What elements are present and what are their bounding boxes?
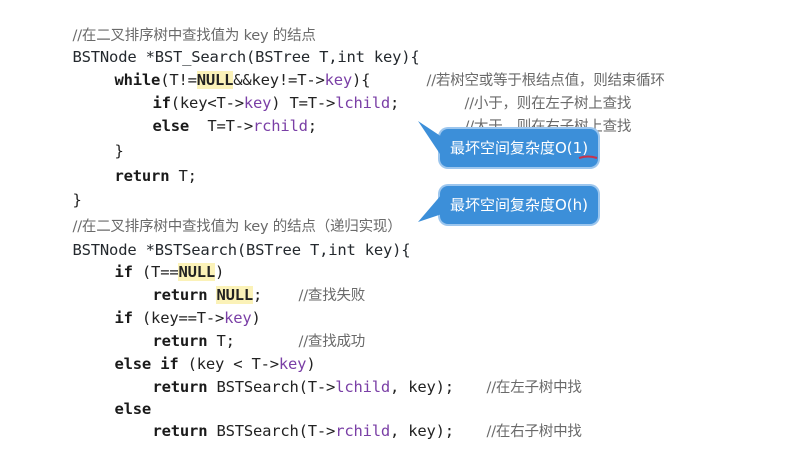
- code-text: ): [251, 309, 261, 327]
- callout-pointer-icon: [418, 121, 442, 157]
- code-text: , key);: [389, 378, 454, 396]
- callout-pointer-icon: [418, 194, 442, 222]
- code-text: T;: [169, 167, 197, 185]
- code-text: , key);: [389, 422, 454, 440]
- callout-space-complexity-iterative: 最坏空间复杂度O(1): [418, 121, 599, 167]
- comment: //查找失败: [298, 288, 366, 304]
- code-line-return: return BSTSearch(T->rchild, key);: [116, 398, 455, 464]
- code-text: BSTSearch(T->: [207, 422, 336, 440]
- callout-text: 最坏空间复杂度O(h): [450, 196, 589, 214]
- keyword: else: [152, 117, 190, 135]
- keyword: return: [114, 167, 170, 185]
- comment: //在左子树中找: [486, 380, 582, 396]
- field-name: rchild: [253, 117, 308, 135]
- callout-space-complexity-recursive: 最坏空间复杂度O(h): [418, 186, 599, 224]
- code-comment-inline: //在右子树中找: [450, 398, 582, 465]
- field-name: rchild: [335, 422, 390, 440]
- underline-mark-icon: [578, 155, 598, 159]
- code-text: T=T->: [189, 117, 253, 135]
- code-listing: //在二叉排序树中查找值为 key 的结点 BSTNode *BST_Searc…: [0, 0, 795, 440]
- code-text: BSTSearch(T->: [207, 378, 336, 396]
- keyword: return: [152, 378, 208, 396]
- field-name: lchild: [335, 378, 390, 396]
- keyword: return: [152, 422, 208, 440]
- code-text: ;: [307, 117, 317, 135]
- comment: //在右子树中找: [486, 424, 582, 440]
- code-text: ;: [390, 94, 400, 112]
- callout-text: 最坏空间复杂度O(1): [450, 139, 589, 157]
- field-name: lchild: [335, 94, 390, 112]
